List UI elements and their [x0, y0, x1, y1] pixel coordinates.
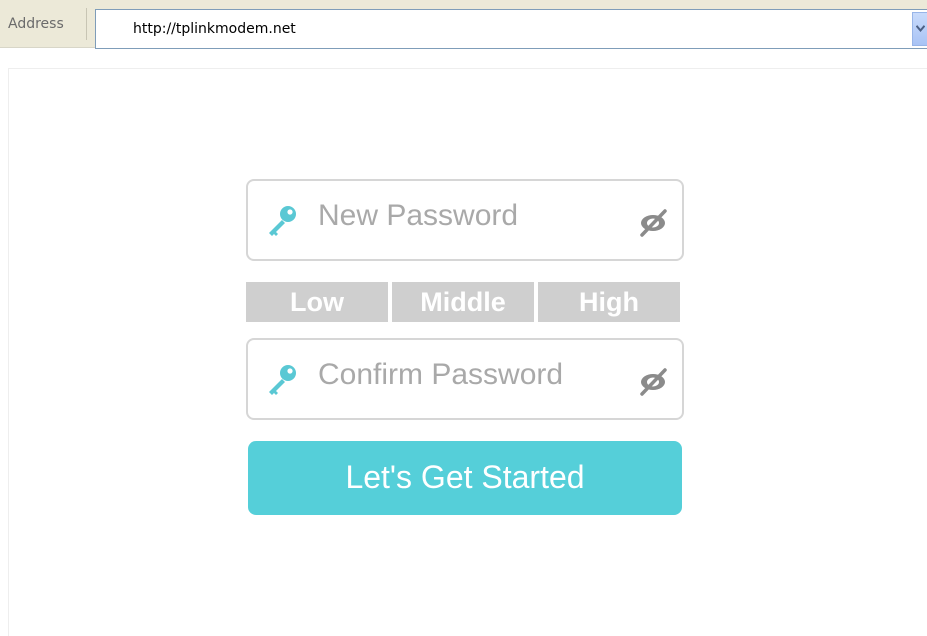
strength-high: High: [538, 282, 680, 322]
address-dropdown-button[interactable]: [912, 12, 927, 46]
strength-low: Low: [246, 282, 388, 322]
address-divider: [86, 8, 87, 40]
address-label: Address: [8, 16, 64, 32]
strength-middle: Middle: [392, 282, 534, 322]
confirm-password-field[interactable]: Confirm Password: [246, 338, 684, 420]
chevron-down-icon: [916, 25, 925, 32]
address-input[interactable]: http://tplinkmodem.net: [95, 9, 927, 49]
new-password-placeholder: New Password: [318, 199, 519, 232]
password-strength-meter: Low Middle High: [246, 282, 680, 322]
eye-off-icon[interactable]: [636, 364, 670, 398]
key-icon: [269, 365, 296, 395]
confirm-password-placeholder: Confirm Password: [318, 358, 564, 391]
address-url[interactable]: http://tplinkmodem.net: [133, 10, 296, 48]
eye-off-icon[interactable]: [636, 205, 670, 239]
new-password-field[interactable]: New Password: [246, 179, 684, 261]
key-icon: [269, 206, 296, 236]
address-bar: Address http://tplinkmodem.net: [0, 0, 927, 49]
lets-get-started-button[interactable]: Let's Get Started: [248, 441, 682, 515]
